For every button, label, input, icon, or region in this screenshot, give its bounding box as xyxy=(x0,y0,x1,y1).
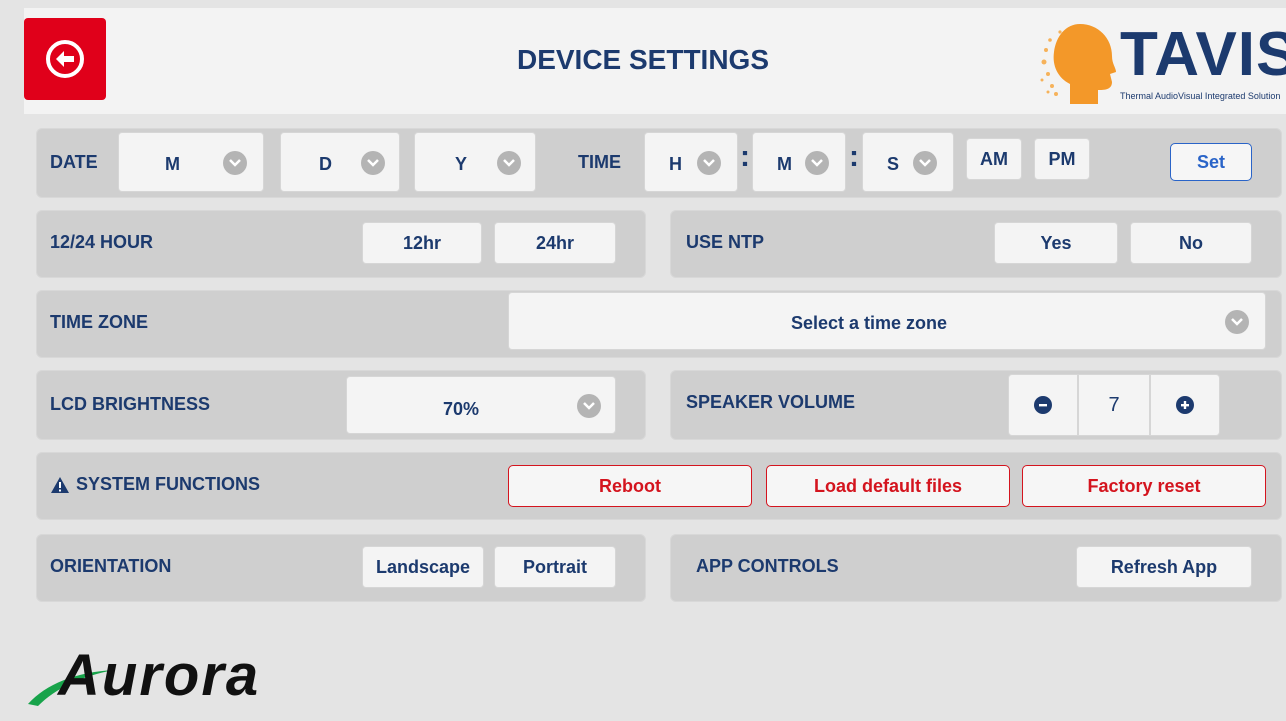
chevron-down-icon xyxy=(577,394,601,418)
am-button[interactable]: AM xyxy=(966,138,1022,180)
ntp-yes-button[interactable]: Yes xyxy=(994,222,1118,264)
day-select-value: D xyxy=(319,154,332,174)
brightness-select-value: 70% xyxy=(443,399,480,419)
year-select[interactable]: Y xyxy=(414,132,536,192)
second-select-value: S xyxy=(887,154,900,174)
volume-decrease-button[interactable] xyxy=(1008,374,1078,436)
time-zone-label: TIME ZONE xyxy=(50,312,148,332)
chevron-down-icon xyxy=(805,151,829,175)
set-datetime-button[interactable]: Set xyxy=(1170,143,1252,181)
volume-label: SPEAKER VOLUME xyxy=(686,392,856,412)
month-select[interactable]: M xyxy=(118,132,264,192)
second-select[interactable]: S xyxy=(862,132,954,192)
chevron-down-icon xyxy=(697,151,721,175)
brightness-select[interactable]: 70% xyxy=(346,376,616,434)
volume-value: 7 xyxy=(1078,374,1150,436)
volume-value-text: 7 xyxy=(1108,393,1120,416)
time-label: TIME xyxy=(578,152,621,172)
reboot-button[interactable]: Reboot xyxy=(508,465,752,507)
month-select-value: M xyxy=(165,154,180,174)
warning-icon xyxy=(51,476,69,493)
factory-reset-button[interactable]: Factory reset xyxy=(1022,465,1266,507)
minute-select[interactable]: M xyxy=(752,132,846,192)
tavis-head-logo-icon xyxy=(1040,24,1116,104)
app-controls-label: APP CONTROLS xyxy=(696,556,839,576)
tavis-tagline: Thermal AudioVisual Integrated Solution xyxy=(1120,91,1281,101)
day-select[interactable]: D xyxy=(280,132,400,192)
portrait-button[interactable]: Portrait xyxy=(494,546,616,588)
chevron-down-icon xyxy=(1225,310,1249,334)
chevron-down-icon xyxy=(361,151,385,175)
landscape-button[interactable]: Landscape xyxy=(362,546,484,588)
hour-select-value: H xyxy=(669,154,682,174)
orientation-label: ORIENTATION xyxy=(50,556,172,576)
chevron-down-icon xyxy=(913,151,937,175)
ntp-label: USE NTP xyxy=(686,232,765,252)
plus-circle-icon xyxy=(1176,396,1194,414)
system-functions-heading: SYSTEM FUNCTIONS xyxy=(50,474,260,495)
tavis-logo-text: TAVIS xyxy=(1120,20,1286,89)
year-select-value: Y xyxy=(455,154,468,174)
time-colon: : xyxy=(849,140,859,173)
brightness-label: LCD BRIGHTNESS xyxy=(50,394,211,414)
volume-increase-button[interactable] xyxy=(1150,374,1220,436)
refresh-app-button[interactable]: Refresh App xyxy=(1076,546,1252,588)
hour-select[interactable]: H xyxy=(644,132,738,192)
time-zone-select-value: Select a time zone xyxy=(790,313,948,333)
system-functions-label: SYSTEM FUNCTIONS xyxy=(76,474,261,494)
12hr-button[interactable]: 12hr xyxy=(362,222,482,264)
aurora-logo-text: Aurora xyxy=(58,643,261,708)
time-zone-select[interactable]: Select a time zone xyxy=(508,292,1266,350)
ntp-no-button[interactable]: No xyxy=(1130,222,1252,264)
date-label: DATE xyxy=(50,152,98,172)
chevron-down-icon xyxy=(497,151,521,175)
chevron-down-icon xyxy=(223,151,247,175)
minute-select-value: M xyxy=(777,154,792,174)
time-colon: : xyxy=(740,140,750,173)
hour-format-label: 12/24 HOUR xyxy=(50,232,154,252)
load-default-files-button[interactable]: Load default files xyxy=(766,465,1010,507)
pm-button[interactable]: PM xyxy=(1034,138,1090,180)
minus-circle-icon xyxy=(1034,396,1052,414)
24hr-button[interactable]: 24hr xyxy=(494,222,616,264)
